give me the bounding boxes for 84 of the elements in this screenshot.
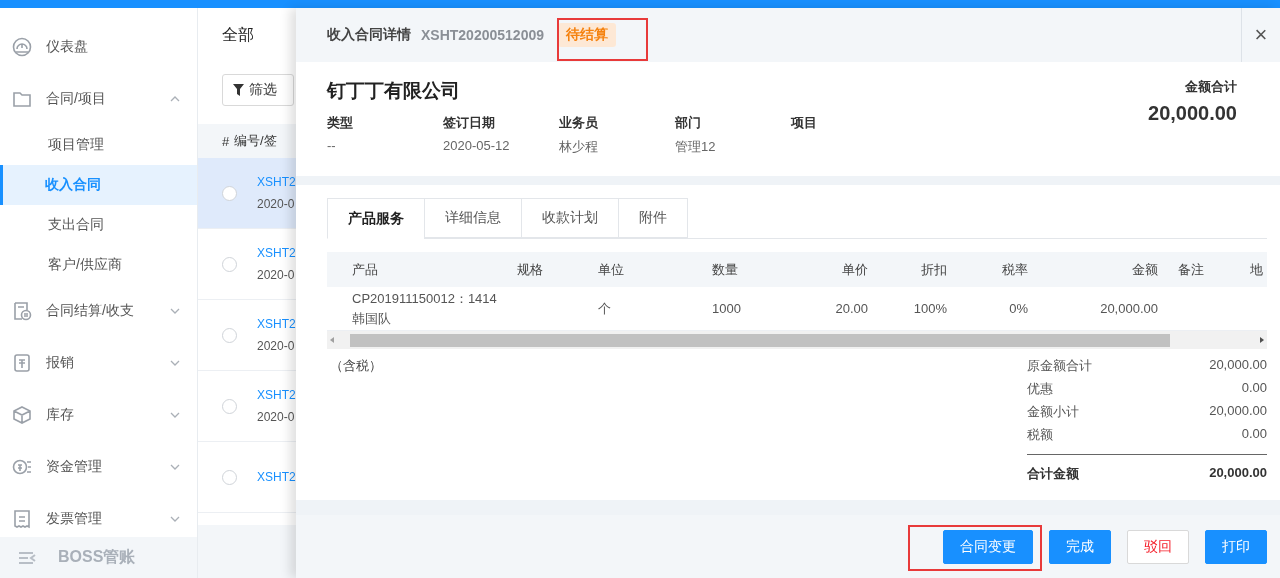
column-header: 地: [1250, 260, 1264, 279]
column-header: 折扣: [920, 260, 947, 279]
tab[interactable]: 收款计划: [521, 198, 618, 238]
column-header: 税率: [1001, 260, 1028, 279]
nav-item[interactable]: 仪表盘: [0, 21, 197, 73]
brand-name: BOSS管账: [58, 547, 136, 567]
table-cell: 100%: [913, 301, 947, 317]
nav-item[interactable]: 合同/项目: [0, 73, 197, 125]
column-header: 单位: [598, 260, 625, 279]
field-label: 签订日期: [443, 114, 496, 132]
status-tag: 待结算: [558, 23, 616, 47]
product-code: CP201911150012：1414: [352, 291, 498, 307]
field-value: 2020-05-12: [443, 138, 511, 153]
field-label: 项目: [791, 114, 818, 132]
table-cell: 0%: [1009, 301, 1028, 317]
column-header: 金额: [1131, 260, 1158, 279]
summary-label: 税额: [1027, 426, 1053, 445]
nav-item[interactable]: 发票管理: [0, 493, 197, 537]
nav-item[interactable]: 合同结算/收支: [0, 285, 197, 337]
table-cell: 20,000.00: [1100, 301, 1158, 317]
summary-label: 优惠: [1027, 380, 1053, 399]
tab[interactable]: 产品服务: [327, 198, 424, 239]
field-label: 业务员: [559, 114, 599, 132]
contract-date: 2020-0: [257, 197, 296, 211]
action-button[interactable]: 驳回: [1127, 529, 1189, 564]
receipt-icon: [12, 353, 32, 373]
collapse-icon[interactable]: [18, 550, 36, 565]
contract-date: 2020-0: [257, 339, 296, 353]
list-row[interactable]: XSHT2 2020-0: [198, 158, 296, 229]
tax-note: （含税）: [329, 357, 383, 376]
summary-value: 20,000.00: [1209, 357, 1267, 375]
dashboard-icon: [12, 37, 32, 57]
list-tab[interactable]: 全部: [222, 24, 254, 46]
column-header: 单价: [841, 260, 868, 279]
invoice-icon: [12, 509, 32, 529]
contract-code: XSHT20200512009: [421, 27, 544, 43]
column-header: 备注: [1177, 260, 1205, 279]
nav-subitem[interactable]: 客户/供应商: [0, 245, 197, 285]
coin-icon: [12, 457, 32, 477]
field-value: 管理12: [675, 138, 717, 156]
company-name: 钉丁丁有限公司: [327, 79, 461, 103]
radio-button[interactable]: [222, 327, 237, 343]
grand-total-label: 合计金额: [1027, 465, 1079, 484]
summary-value: 20,000.00: [1209, 403, 1267, 421]
column-header: 数量: [712, 260, 739, 279]
contract-date: 2020-0: [257, 410, 296, 424]
table-cell: 1000: [712, 301, 741, 317]
tab[interactable]: 详细信息: [424, 198, 521, 238]
horizontal-scrollbar[interactable]: [327, 331, 1267, 350]
table-cell: 20.00: [835, 301, 868, 317]
field-value: 林少程: [559, 138, 599, 156]
tab[interactable]: 附件: [618, 198, 688, 238]
product-name: 韩国队: [352, 310, 392, 327]
summary-value: 0.00: [1241, 426, 1267, 444]
document-icon: [12, 301, 32, 321]
total-amount: 20,000.00: [1148, 102, 1237, 125]
summary-value: 0.00: [1241, 380, 1267, 398]
grand-total-value: 20,000.00: [1209, 465, 1267, 483]
field-label: 类型: [327, 114, 354, 132]
column-header: 产品: [351, 260, 379, 279]
cube-icon: [12, 405, 32, 425]
folder-icon: [12, 89, 32, 109]
filter-icon: [233, 84, 244, 96]
drawer-title: 收入合同详情: [327, 26, 411, 44]
column-header: 规格: [517, 260, 544, 279]
radio-button[interactable]: [222, 398, 237, 414]
nav-subitem[interactable]: 项目管理: [0, 125, 197, 165]
field-label: 部门: [675, 114, 702, 132]
column-header: #: [221, 133, 231, 149]
summary-label: 原金额合计: [1027, 357, 1092, 376]
column-header: 编号/签: [234, 132, 277, 150]
summary-label: 金额小计: [1027, 403, 1079, 422]
radio-button[interactable]: [222, 256, 237, 272]
nav-item[interactable]: 报销: [0, 337, 197, 389]
radio-button[interactable]: [222, 185, 237, 201]
table-cell: 个: [598, 300, 611, 316]
filter-button[interactable]: 筛选: [222, 74, 294, 106]
nav-item[interactable]: 资金管理: [0, 441, 197, 493]
nav-subitem[interactable]: 支出合同: [0, 205, 197, 245]
radio-button[interactable]: [222, 469, 237, 485]
contract-date: 2020-0: [257, 268, 296, 282]
nav-item[interactable]: 库存: [0, 389, 197, 441]
total-label: 金额合计: [1185, 78, 1237, 96]
field-value: --: [327, 138, 337, 153]
